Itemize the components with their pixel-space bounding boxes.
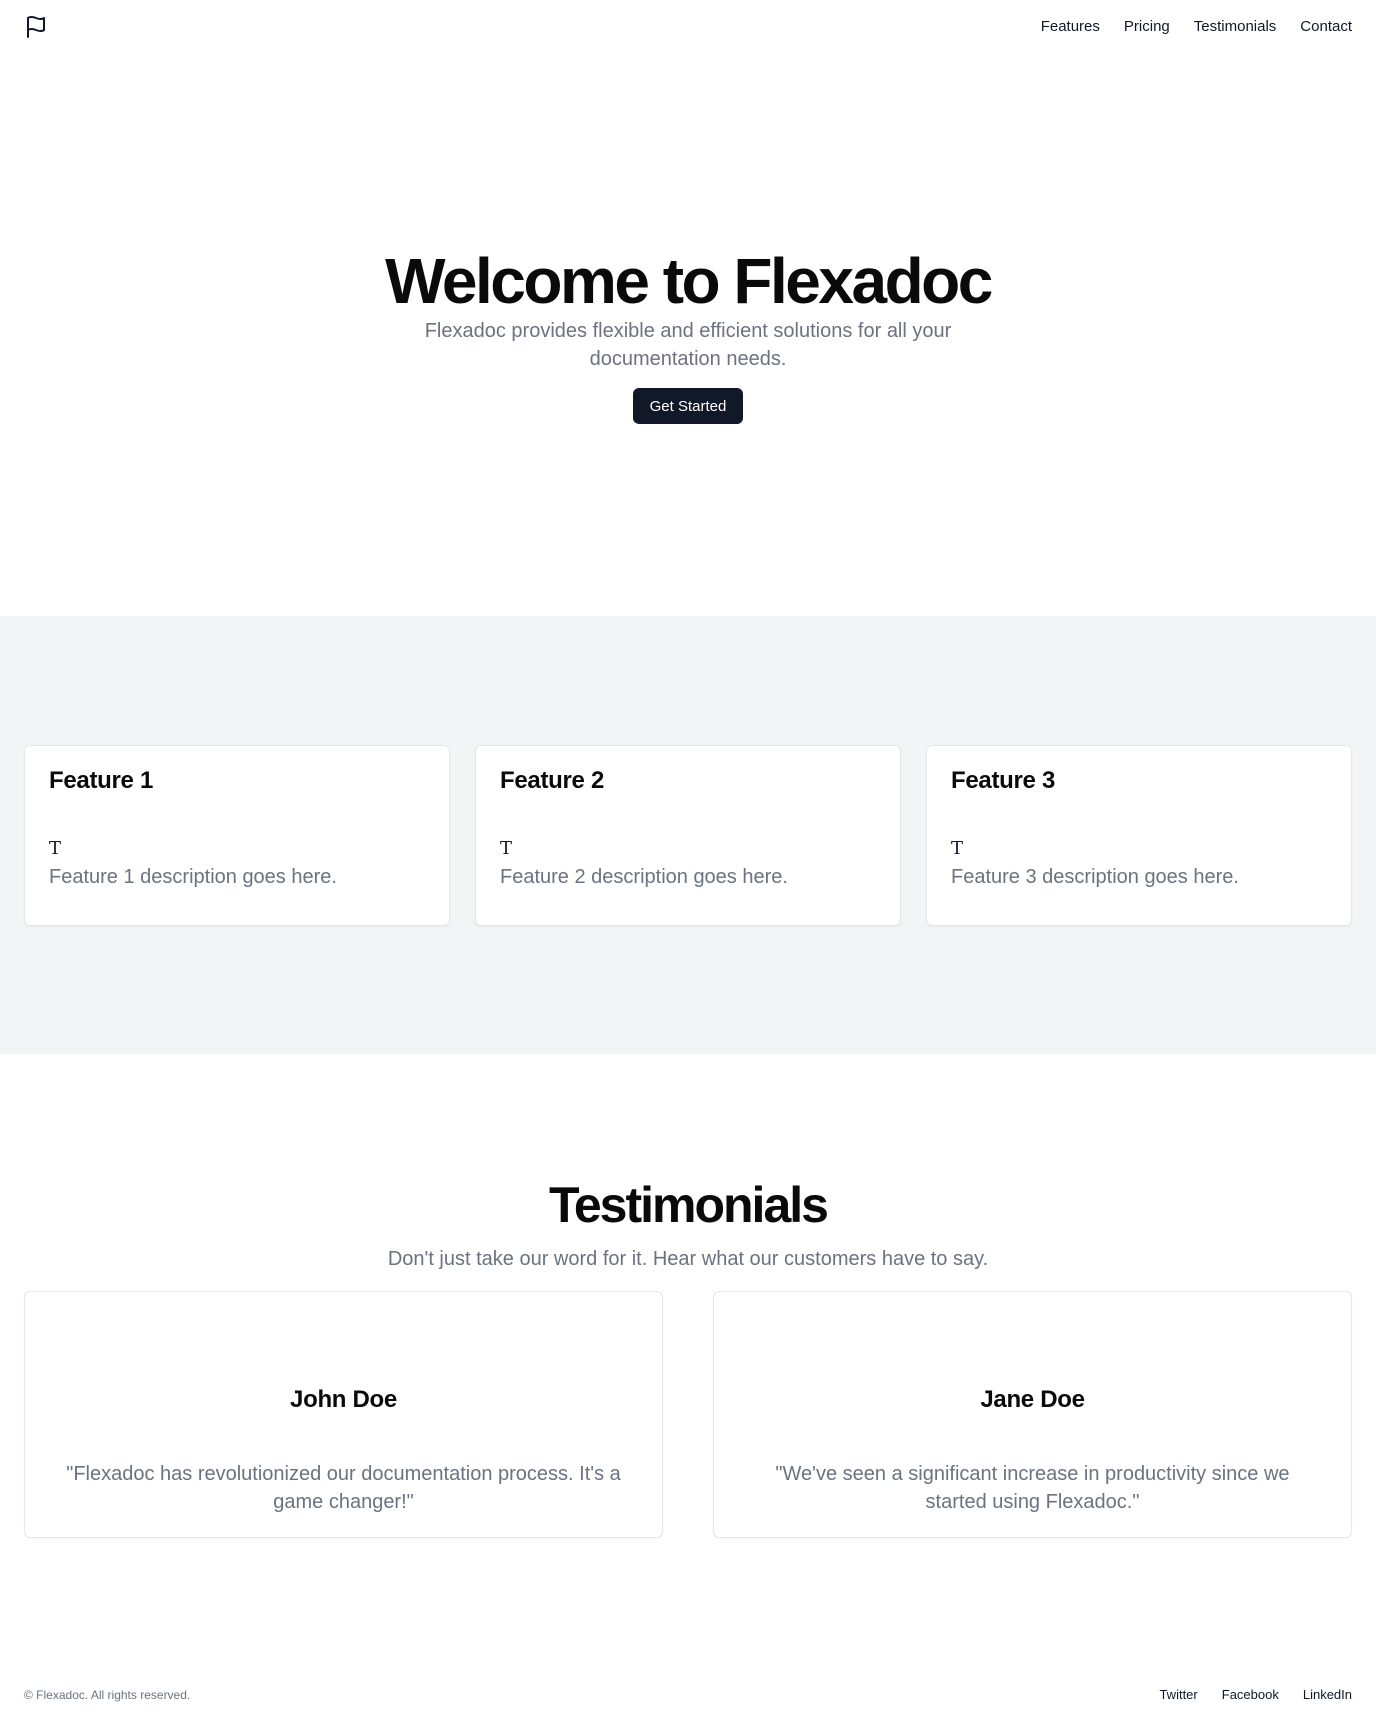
feature-title: Feature 1	[49, 767, 154, 794]
nav-link-testimonials[interactable]: Testimonials	[1194, 18, 1277, 35]
testimonial-quote: "Flexadoc has revolutionized our documen…	[66, 1463, 621, 1513]
feature-card-1: Feature 1 T Feature 1 description goes h…	[24, 745, 450, 926]
testimonial-quote: "We've seen a significant increase in pr…	[775, 1463, 1290, 1513]
nav-link-contact[interactable]: Contact	[1300, 18, 1352, 35]
hero-section: Welcome to Flexadoc Flexadoc provides fl…	[0, 56, 1376, 616]
text-type-icon: T	[49, 838, 62, 859]
feature-title: Feature 3	[951, 767, 1056, 794]
feature-card-2: Feature 2 T Feature 2 description goes h…	[475, 745, 901, 926]
testimonial-card-2: Jane Doe "We've seen a significant incre…	[713, 1291, 1352, 1538]
feature-description: Feature 3 description goes here.	[951, 866, 1239, 888]
feature-title: Feature 2	[500, 767, 605, 794]
footer-link-linkedin[interactable]: LinkedIn	[1303, 1687, 1352, 1702]
nav-link-pricing[interactable]: Pricing	[1124, 18, 1170, 35]
testimonials-section: Testimonials Don't just take our word fo…	[0, 1054, 1376, 1654]
testimonial-name: John Doe	[290, 1386, 397, 1413]
footer: © Flexadoc. All rights reserved. Twitter…	[0, 1680, 1376, 1712]
flag-icon[interactable]	[24, 15, 48, 39]
testimonial-card-1: John Doe "Flexadoc has revolutionized ou…	[24, 1291, 663, 1538]
feature-description: Feature 2 description goes here.	[500, 866, 788, 888]
hero-title: Welcome to Flexadoc	[385, 245, 993, 317]
footer-link-twitter[interactable]: Twitter	[1159, 1687, 1197, 1702]
features-section: Feature 1 T Feature 1 description goes h…	[0, 616, 1376, 1054]
hero-subtitle: Flexadoc provides flexible and efficient…	[424, 320, 952, 370]
copyright-text: © Flexadoc. All rights reserved.	[24, 1688, 191, 1702]
footer-links: Twitter Facebook LinkedIn	[1159, 1687, 1352, 1702]
feature-description: Feature 1 description goes here.	[49, 866, 337, 888]
testimonials-title: Testimonials	[549, 1177, 829, 1233]
main-nav: Features Pricing Testimonials Contact	[1041, 18, 1352, 35]
top-navbar: Features Pricing Testimonials Contact	[0, 0, 1376, 56]
text-type-icon: T	[500, 838, 513, 859]
testimonials-subtitle: Don't just take our word for it. Hear wh…	[387, 1248, 989, 1270]
text-type-icon: T	[951, 838, 964, 859]
feature-card-3: Feature 3 T Feature 3 description goes h…	[926, 745, 1352, 926]
testimonial-name: Jane Doe	[980, 1386, 1085, 1413]
footer-link-facebook[interactable]: Facebook	[1222, 1687, 1279, 1702]
nav-link-features[interactable]: Features	[1041, 18, 1100, 35]
get-started-button[interactable]: Get Started	[633, 388, 743, 424]
